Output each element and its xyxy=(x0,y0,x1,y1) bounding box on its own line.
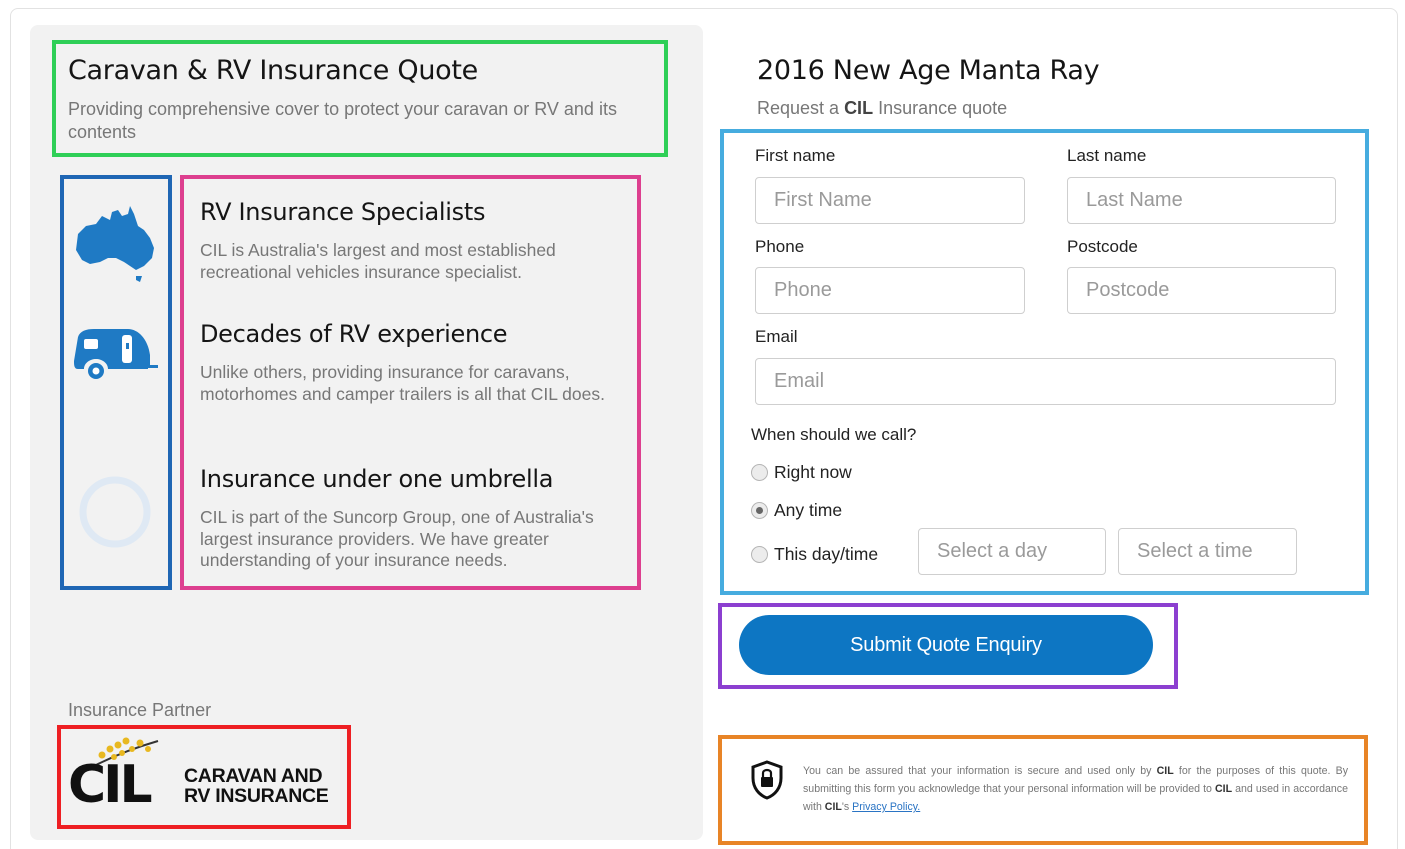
form-subtitle: Request a CIL Insurance quote xyxy=(757,98,1008,118)
highlight-features-box xyxy=(180,175,641,590)
highlight-icons-box xyxy=(60,175,172,590)
vehicle-title: 2016 New Age Manta Ray xyxy=(757,55,1100,86)
highlight-form-box xyxy=(720,129,1369,595)
highlight-logo-box xyxy=(57,725,351,829)
insurance-partner-label: Insurance Partner xyxy=(68,700,212,720)
highlight-submit-box xyxy=(718,603,1178,689)
highlight-title-box xyxy=(52,40,668,157)
highlight-security-box xyxy=(718,735,1368,845)
